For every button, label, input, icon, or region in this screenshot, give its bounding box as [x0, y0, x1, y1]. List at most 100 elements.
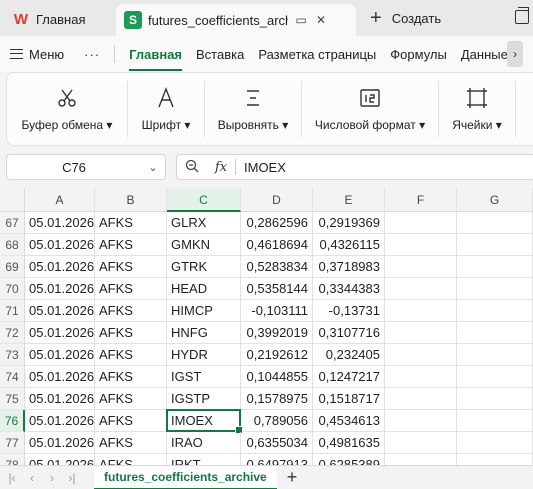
cell-e67[interactable]: 0,2919369	[313, 212, 385, 234]
cell-b69[interactable]: AFKS	[95, 256, 167, 278]
align-group[interactable]: Выровнять ▾	[205, 73, 301, 145]
row-header[interactable]: 71	[0, 300, 25, 322]
cell-f67[interactable]	[385, 212, 457, 234]
cell-d78[interactable]: 0,6497913	[241, 454, 313, 465]
cell-a68[interactable]: 05.01.2026	[25, 234, 95, 256]
cell-g74[interactable]	[457, 366, 533, 388]
cell-g69[interactable]	[457, 256, 533, 278]
cell-b70[interactable]: AFKS	[95, 278, 167, 300]
column-header-g[interactable]: G	[457, 188, 533, 212]
cell-b75[interactable]: AFKS	[95, 388, 167, 410]
cell-c68[interactable]: GMKN	[167, 234, 241, 256]
cell-d72[interactable]: 0,3992019	[241, 322, 313, 344]
sheet-tab[interactable]: futures_coefficients_archive	[94, 465, 277, 489]
cell-g70[interactable]	[457, 278, 533, 300]
cell-a69[interactable]: 05.01.2026	[25, 256, 95, 278]
cell-g76[interactable]	[457, 410, 533, 432]
cell-e72[interactable]: 0,3107716	[313, 322, 385, 344]
cell-g77[interactable]	[457, 432, 533, 454]
cell-c74[interactable]: IGST	[167, 366, 241, 388]
row-header[interactable]: 78	[0, 454, 25, 465]
column-header-c[interactable]: C	[167, 188, 241, 212]
font-group[interactable]: Шрифт ▾	[128, 73, 204, 145]
row-header[interactable]: 68	[0, 234, 25, 256]
cell-d73[interactable]: 0,2192612	[241, 344, 313, 366]
cell-f71[interactable]	[385, 300, 457, 322]
new-tab-button[interactable]: + Создать	[370, 8, 441, 28]
fx-icon[interactable]: fx	[207, 160, 235, 175]
zoom-icon[interactable]	[177, 159, 207, 176]
cell-g67[interactable]	[457, 212, 533, 234]
cell-d77[interactable]: 0,6355034	[241, 432, 313, 454]
next-sheet-icon[interactable]: ›	[44, 471, 60, 485]
cell-d70[interactable]: 0,5358144	[241, 278, 313, 300]
formula-input[interactable]: fx IMOEX	[176, 154, 533, 180]
cell-d69[interactable]: 0,5283834	[241, 256, 313, 278]
cell-a73[interactable]: 05.01.2026	[25, 344, 95, 366]
column-header-e[interactable]: E	[313, 188, 385, 212]
clipboard-group[interactable]: Буфер обмена ▾	[7, 73, 127, 145]
tab-page-layout[interactable]: Разметка страницы	[258, 47, 376, 62]
spreadsheet-grid[interactable]: A B C D E F G 67 05.01.2026 AFKS GLRX 0,2862596 0,29…	[0, 188, 533, 465]
cell-c77[interactable]: IRAO	[167, 432, 241, 454]
cell-g75[interactable]	[457, 388, 533, 410]
cell-b71[interactable]: AFKS	[95, 300, 167, 322]
tab-file[interactable]: S futures_coefficients_archive.csv ▭ ✕	[116, 4, 356, 36]
cell-c67[interactable]: GLRX	[167, 212, 241, 234]
cell-g78[interactable]	[457, 454, 533, 465]
tab-insert[interactable]: Вставка	[196, 47, 244, 62]
cell-b73[interactable]: AFKS	[95, 344, 167, 366]
cell-f74[interactable]	[385, 366, 457, 388]
monitor-icon[interactable]: ▭	[294, 13, 308, 27]
tab-data[interactable]: Данные	[461, 47, 508, 62]
cell-a71[interactable]: 05.01.2026	[25, 300, 95, 322]
cell-a75[interactable]: 05.01.2026	[25, 388, 95, 410]
cell-a77[interactable]: 05.01.2026	[25, 432, 95, 454]
column-header-b[interactable]: B	[95, 188, 167, 212]
tab-home[interactable]: W Главная	[4, 4, 110, 34]
prev-sheet-icon[interactable]: ‹	[24, 471, 40, 485]
cell-e70[interactable]: 0,3344383	[313, 278, 385, 300]
cell-e75[interactable]: 0,1518717	[313, 388, 385, 410]
cell-a76[interactable]: 05.01.2026	[25, 410, 95, 432]
close-icon[interactable]: ✕	[314, 13, 328, 27]
cell-e76[interactable]: 0,4534613	[313, 410, 385, 432]
column-header-a[interactable]: A	[25, 188, 95, 212]
cell-b67[interactable]: AFKS	[95, 212, 167, 234]
cell-c75[interactable]: IGSTP	[167, 388, 241, 410]
cell-e73[interactable]: 0,232405	[313, 344, 385, 366]
chevron-down-icon[interactable]: ⌄	[141, 161, 165, 174]
row-header[interactable]: 70	[0, 278, 25, 300]
row-header[interactable]: 74	[0, 366, 25, 388]
cell-b76[interactable]: AFKS	[95, 410, 167, 432]
chevron-right-icon[interactable]: ›	[507, 41, 523, 67]
tab-main[interactable]: Главная	[129, 47, 182, 71]
cell-f69[interactable]	[385, 256, 457, 278]
cell-g72[interactable]	[457, 322, 533, 344]
row-header[interactable]: 76	[0, 410, 25, 432]
cell-c71[interactable]: HIMCP	[167, 300, 241, 322]
cell-g68[interactable]	[457, 234, 533, 256]
row-header[interactable]: 69	[0, 256, 25, 278]
cell-d68[interactable]: 0,4618694	[241, 234, 313, 256]
cell-a78[interactable]: 05.01.2026	[25, 454, 95, 465]
row-header[interactable]: 77	[0, 432, 25, 454]
row-header[interactable]: 67	[0, 212, 25, 234]
row-header[interactable]: 72	[0, 322, 25, 344]
cell-f72[interactable]	[385, 322, 457, 344]
cell-c70[interactable]: HEAD	[167, 278, 241, 300]
column-header-f[interactable]: F	[385, 188, 457, 212]
cell-f75[interactable]	[385, 388, 457, 410]
tab-formulas[interactable]: Формулы	[390, 47, 447, 62]
cell-a72[interactable]: 05.01.2026	[25, 322, 95, 344]
cell-e69[interactable]: 0,3718983	[313, 256, 385, 278]
last-sheet-icon[interactable]: ›|	[64, 471, 80, 485]
cell-d76[interactable]: 0,789056	[241, 410, 313, 432]
cell-c78[interactable]: IRKT	[167, 454, 241, 465]
cell-d67[interactable]: 0,2862596	[241, 212, 313, 234]
cell-a74[interactable]: 05.01.2026	[25, 366, 95, 388]
cell-e77[interactable]: 0,4981635	[313, 432, 385, 454]
restore-window-icon[interactable]	[515, 7, 529, 24]
cell-c69[interactable]: GTRK	[167, 256, 241, 278]
first-sheet-icon[interactable]: |‹	[4, 471, 20, 485]
